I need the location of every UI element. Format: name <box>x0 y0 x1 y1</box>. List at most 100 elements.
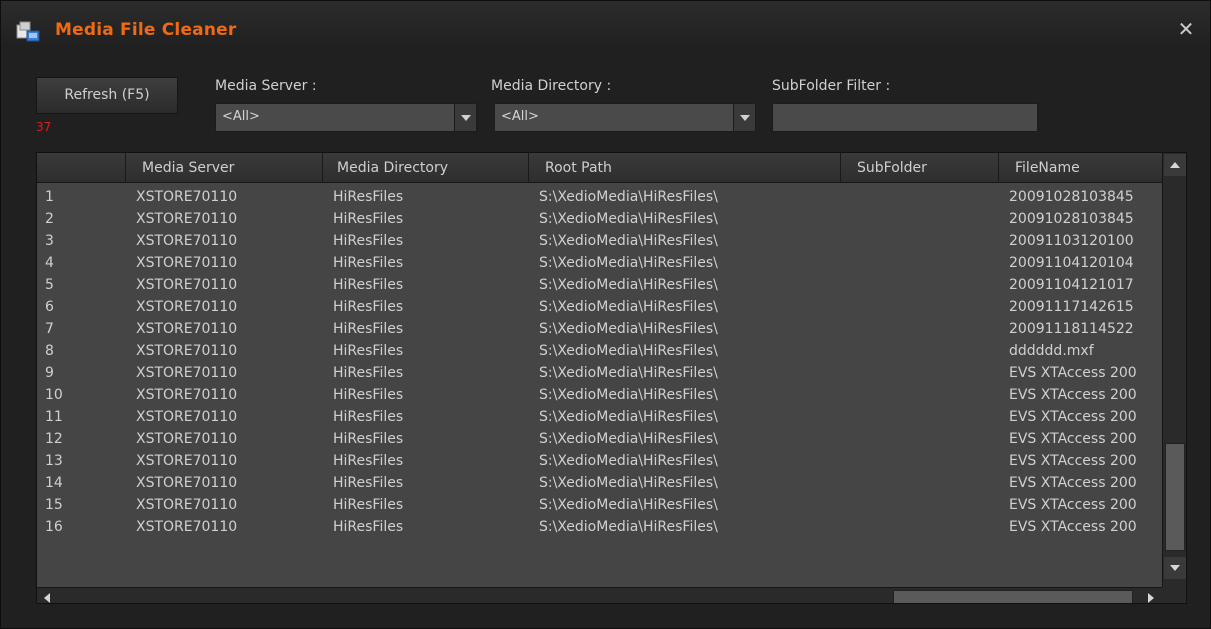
root-path-cell: S:\XedioMedia\HiResFiles\ <box>539 321 718 337</box>
filename-cell: EVS XTAccess 200 <box>1009 519 1137 535</box>
media-directory-select[interactable]: <All> <box>494 103 756 132</box>
table-row[interactable]: 13 XSTORE70110 HiResFiles S:\XedioMedia\HiR… <box>37 451 1163 473</box>
media-directory-cell: HiResFiles <box>333 519 404 535</box>
column-header-subfolder[interactable]: SubFolder <box>841 153 999 183</box>
close-icon[interactable]: ✕ <box>1175 18 1197 40</box>
subfolder-filter-label: SubFolder Filter : <box>772 78 891 94</box>
media-directory-label: Media Directory : <box>491 78 612 94</box>
horizontal-scroll-thumb[interactable] <box>893 590 1133 603</box>
filename-cell: EVS XTAccess 200 <box>1009 387 1137 403</box>
chevron-down-icon[interactable] <box>454 104 476 131</box>
root-path-cell: S:\XedioMedia\HiResFiles\ <box>539 255 718 271</box>
scrollbar-corner <box>1162 587 1186 603</box>
table-row[interactable]: 7 XSTORE70110 HiResFiles S:\XedioMedia\HiRe… <box>37 319 1163 341</box>
table-row[interactable]: 10 XSTORE70110 HiResFiles S:\XedioMedia\HiR… <box>37 385 1163 407</box>
root-path-cell: S:\XedioMedia\HiResFiles\ <box>539 475 718 491</box>
root-path-cell: S:\XedioMedia\HiResFiles\ <box>539 453 718 469</box>
media-directory-cell: HiResFiles <box>333 365 404 381</box>
horizontal-scrollbar[interactable] <box>37 587 1163 603</box>
table-row[interactable]: 12 XSTORE70110 HiResFiles S:\XedioMedia\HiR… <box>37 429 1163 451</box>
media-server-cell: XSTORE70110 <box>136 409 238 425</box>
scroll-up-icon[interactable] <box>1164 154 1186 176</box>
table-row[interactable]: 6 XSTORE70110 HiResFiles S:\XedioMedia\HiRe… <box>37 297 1163 319</box>
root-path-cell: S:\XedioMedia\HiResFiles\ <box>539 189 718 205</box>
media-server-cell: XSTORE70110 <box>136 255 238 271</box>
media-directory-cell: HiResFiles <box>333 387 404 403</box>
title-bar[interactable]: Media File Cleaner ✕ <box>1 1 1210 51</box>
media-server-cell: XSTORE70110 <box>136 431 238 447</box>
root-path-cell: S:\XedioMedia\HiResFiles\ <box>539 277 718 293</box>
scroll-down-icon[interactable] <box>1164 557 1186 579</box>
row-number: 12 <box>45 431 63 447</box>
row-number: 15 <box>45 497 63 513</box>
row-number: 7 <box>45 321 54 337</box>
media-server-cell: XSTORE70110 <box>136 189 238 205</box>
root-path-cell: S:\XedioMedia\HiResFiles\ <box>539 365 718 381</box>
media-server-cell: XSTORE70110 <box>136 453 238 469</box>
grid-rows: 1 XSTORE70110 HiResFiles S:\XedioMedia\HiRe… <box>37 184 1163 588</box>
media-server-cell: XSTORE70110 <box>136 387 238 403</box>
media-directory-cell: HiResFiles <box>333 233 404 249</box>
media-directory-cell: HiResFiles <box>333 277 404 293</box>
column-header-filename[interactable]: FileName <box>999 153 1163 183</box>
chevron-down-icon[interactable] <box>733 104 755 131</box>
row-number: 16 <box>45 519 63 535</box>
media-directory-value: <All> <box>501 109 539 124</box>
table-row[interactable]: 4 XSTORE70110 HiResFiles S:\XedioMedia\HiRe… <box>37 253 1163 275</box>
vertical-scroll-thumb[interactable] <box>1165 443 1185 551</box>
subfolder-filter-input[interactable] <box>772 103 1038 132</box>
column-header-root-path[interactable]: Root Path <box>529 153 841 183</box>
media-directory-cell: HiResFiles <box>333 453 404 469</box>
filename-cell: EVS XTAccess 200 <box>1009 475 1137 491</box>
filename-cell: 20091104120104 <box>1009 255 1134 271</box>
table-row[interactable]: 11 XSTORE70110 HiResFiles S:\XedioMedia\HiR… <box>37 407 1163 429</box>
root-path-cell: S:\XedioMedia\HiResFiles\ <box>539 211 718 227</box>
column-header-media-directory[interactable]: Media Directory <box>323 153 529 183</box>
table-row[interactable]: 14 XSTORE70110 HiResFiles S:\XedioMedia\HiR… <box>37 473 1163 495</box>
filename-cell: EVS XTAccess 200 <box>1009 497 1137 513</box>
filename-cell: 20091103120100 <box>1009 233 1134 249</box>
filename-cell: EVS XTAccess 200 <box>1009 365 1137 381</box>
row-number: 11 <box>45 409 63 425</box>
media-directory-cell: HiResFiles <box>333 299 404 315</box>
row-number: 5 <box>45 277 54 293</box>
media-server-cell: XSTORE70110 <box>136 233 238 249</box>
media-server-value: <All> <box>222 109 260 124</box>
table-row[interactable]: 15 XSTORE70110 HiResFiles S:\XedioMedia\HiR… <box>37 495 1163 517</box>
scroll-left-icon[interactable] <box>39 590 57 603</box>
row-number: 13 <box>45 453 63 469</box>
table-row[interactable]: 8 XSTORE70110 HiResFiles S:\XedioMedia\HiRe… <box>37 341 1163 363</box>
filename-cell: EVS XTAccess 200 <box>1009 453 1137 469</box>
media-directory-cell: HiResFiles <box>333 189 404 205</box>
refresh-button[interactable]: Refresh (F5) <box>36 77 178 114</box>
root-path-cell: S:\XedioMedia\HiResFiles\ <box>539 431 718 447</box>
file-count: 37 <box>36 120 52 134</box>
media-directory-cell: HiResFiles <box>333 409 404 425</box>
row-number: 14 <box>45 475 63 491</box>
table-row[interactable]: 5 XSTORE70110 HiResFiles S:\XedioMedia\HiRe… <box>37 275 1163 297</box>
row-number: 6 <box>45 299 54 315</box>
row-number: 8 <box>45 343 54 359</box>
scroll-right-icon[interactable] <box>1141 590 1159 603</box>
column-header-rownum[interactable] <box>37 153 126 183</box>
media-directory-cell: HiResFiles <box>333 211 404 227</box>
root-path-cell: S:\XedioMedia\HiResFiles\ <box>539 497 718 513</box>
media-directory-cell: HiResFiles <box>333 321 404 337</box>
filename-cell: EVS XTAccess 200 <box>1009 409 1137 425</box>
table-row[interactable]: 2 XSTORE70110 HiResFiles S:\XedioMedia\HiRe… <box>37 209 1163 231</box>
table-row[interactable]: 3 XSTORE70110 HiResFiles S:\XedioMedia\HiRe… <box>37 231 1163 253</box>
table-row[interactable]: 16 XSTORE70110 HiResFiles S:\XedioMedia\HiR… <box>37 517 1163 539</box>
media-server-cell: XSTORE70110 <box>136 519 238 535</box>
filename-cell: 20091028103845 <box>1009 211 1134 227</box>
media-server-cell: XSTORE70110 <box>136 497 238 513</box>
row-number: 1 <box>45 189 54 205</box>
vertical-scrollbar[interactable] <box>1162 153 1186 587</box>
row-number: 2 <box>45 211 54 227</box>
table-row[interactable]: 9 XSTORE70110 HiResFiles S:\XedioMedia\HiRe… <box>37 363 1163 385</box>
media-server-cell: XSTORE70110 <box>136 211 238 227</box>
table-row[interactable]: 1 XSTORE70110 HiResFiles S:\XedioMedia\HiRe… <box>37 187 1163 209</box>
media-server-cell: XSTORE70110 <box>136 365 238 381</box>
column-header-media-server[interactable]: Media Server <box>126 153 323 183</box>
grid-header: Media Server Media Directory Root Path S… <box>37 153 1163 183</box>
media-server-select[interactable]: <All> <box>215 103 477 132</box>
